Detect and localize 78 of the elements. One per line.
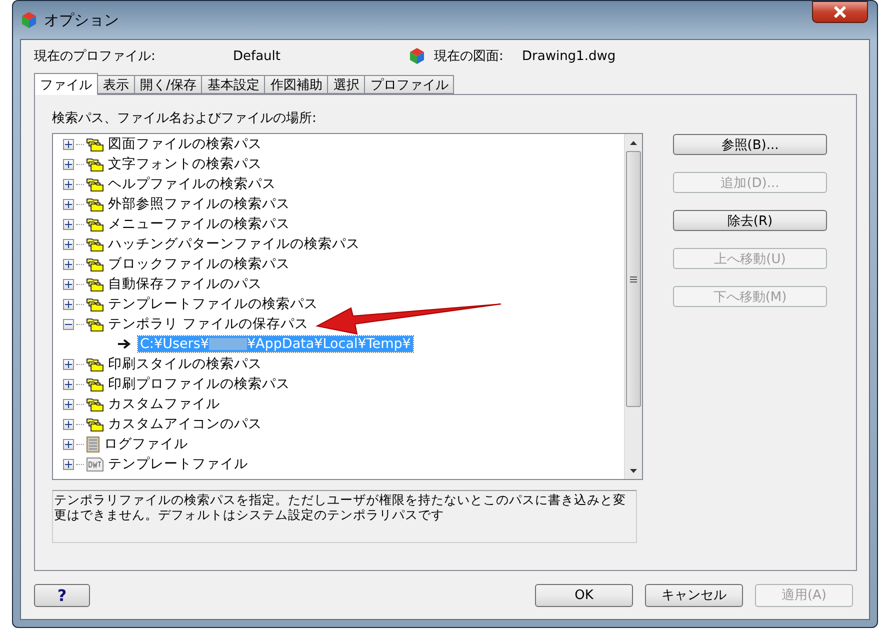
scroll-up-icon[interactable] xyxy=(630,140,637,144)
expand-icon[interactable] xyxy=(63,278,74,290)
grip-icon xyxy=(630,276,637,282)
folder-icon xyxy=(86,176,104,192)
tree-item[interactable]: ハッチングパターンファイルの検索パス xyxy=(108,235,360,253)
profile-value: Default xyxy=(233,48,282,64)
template-file-icon xyxy=(86,456,104,472)
app-icon xyxy=(20,11,38,29)
tree-item[interactable]: カスタムアイコンのパス xyxy=(108,415,262,433)
folder-icon xyxy=(86,316,104,332)
expand-icon[interactable] xyxy=(63,158,74,170)
folder-icon xyxy=(86,296,104,312)
close-button[interactable] xyxy=(812,1,868,23)
tree-item[interactable]: テンプレートファイル xyxy=(108,455,248,473)
expand-icon[interactable] xyxy=(63,198,74,210)
tree-item[interactable]: カスタムファイル xyxy=(108,395,220,413)
window-title: オプション xyxy=(44,10,119,30)
tree-item[interactable]: 文字フォントの検索パス xyxy=(108,155,262,173)
tab[interactable]: 開く/保存 xyxy=(134,75,202,94)
tree-item[interactable]: 外部参照ファイルの検索パス xyxy=(108,195,290,213)
scrollbar[interactable] xyxy=(624,134,642,479)
collapse-icon[interactable] xyxy=(63,318,74,330)
path-text: C:¥Users¥ xyxy=(140,336,209,352)
tree-item[interactable]: テンプレートファイルの検索パス xyxy=(108,295,318,313)
folder-icon xyxy=(86,196,104,212)
expand-icon[interactable] xyxy=(63,218,74,230)
expand-icon[interactable] xyxy=(63,458,74,470)
tree-item[interactable]: ログファイル xyxy=(104,435,188,453)
folder-icon xyxy=(86,376,104,392)
folder-icon xyxy=(86,216,104,232)
tree-item[interactable]: テンポラリ ファイルの保存パス xyxy=(108,315,308,333)
tree-label: 検索パス、ファイル名およびファイルの場所: xyxy=(52,110,318,127)
tree-item[interactable]: ヘルプファイルの検索パス xyxy=(108,175,276,193)
expand-icon[interactable] xyxy=(63,398,74,410)
expand-icon[interactable] xyxy=(63,138,74,150)
tree-item[interactable]: 印刷スタイルの検索パス xyxy=(108,355,262,373)
expand-icon[interactable] xyxy=(63,438,74,450)
close-icon xyxy=(833,6,847,18)
expand-icon[interactable] xyxy=(63,358,74,370)
side-button[interactable]: 参照(B)... xyxy=(673,134,827,155)
expand-icon[interactable] xyxy=(63,378,74,390)
tab[interactable]: プロファイル xyxy=(364,75,454,94)
drawing-label: 現在の図面: xyxy=(434,48,504,65)
description-text: テンポラリファイルの検索パスを指定。ただしユーザが権限を持たないとこのパスに書き込みと変更はできません。デフォルトはシステム設定のテンポラリパスです xyxy=(52,490,637,543)
profile-label: 現在のプロファイル: xyxy=(34,48,156,65)
folder-icon xyxy=(86,396,104,412)
dialog-button[interactable]: キャンセル xyxy=(645,584,743,606)
side-button[interactable]: 除去(R) xyxy=(673,210,827,231)
tree-item[interactable]: 印刷プロファイルの検索パス xyxy=(108,375,290,393)
folder-icon xyxy=(86,256,104,272)
tree-item[interactable]: 自動保存ファイルのパス xyxy=(108,275,262,293)
tab[interactable]: ファイル xyxy=(34,73,98,95)
expand-icon[interactable] xyxy=(63,298,74,310)
expand-icon[interactable] xyxy=(63,418,74,430)
expand-icon[interactable] xyxy=(63,238,74,250)
tree-item[interactable]: ブロックファイルの検索パス xyxy=(108,255,290,273)
tree-item[interactable]: 図面ファイルの検索パス xyxy=(108,135,262,153)
folder-icon xyxy=(86,276,104,292)
tab[interactable]: 選択 xyxy=(327,75,366,94)
folder-icon xyxy=(86,356,104,372)
folder-icon xyxy=(86,156,104,172)
expand-icon[interactable] xyxy=(63,258,74,270)
help-button[interactable]: ? xyxy=(34,584,90,606)
tab[interactable]: 作図補助 xyxy=(264,75,328,94)
folder-icon xyxy=(86,416,104,432)
folder-icon xyxy=(86,136,104,152)
drawing-value: Drawing1.dwg xyxy=(522,48,617,64)
tab[interactable]: 基本設定 xyxy=(201,75,266,94)
scroll-down-icon[interactable] xyxy=(630,468,637,472)
path-text: ¥AppData¥Local¥Temp¥ xyxy=(246,336,411,352)
tab[interactable]: 表示 xyxy=(97,75,135,94)
tree-item[interactable]: メニューファイルの検索パス xyxy=(108,215,290,233)
folder-icon xyxy=(86,236,104,252)
dialog-button[interactable]: OK xyxy=(535,584,633,606)
expand-icon[interactable] xyxy=(63,178,74,190)
arrow-icon xyxy=(118,339,132,349)
document-icon xyxy=(86,436,100,452)
drawing-icon xyxy=(408,47,426,65)
